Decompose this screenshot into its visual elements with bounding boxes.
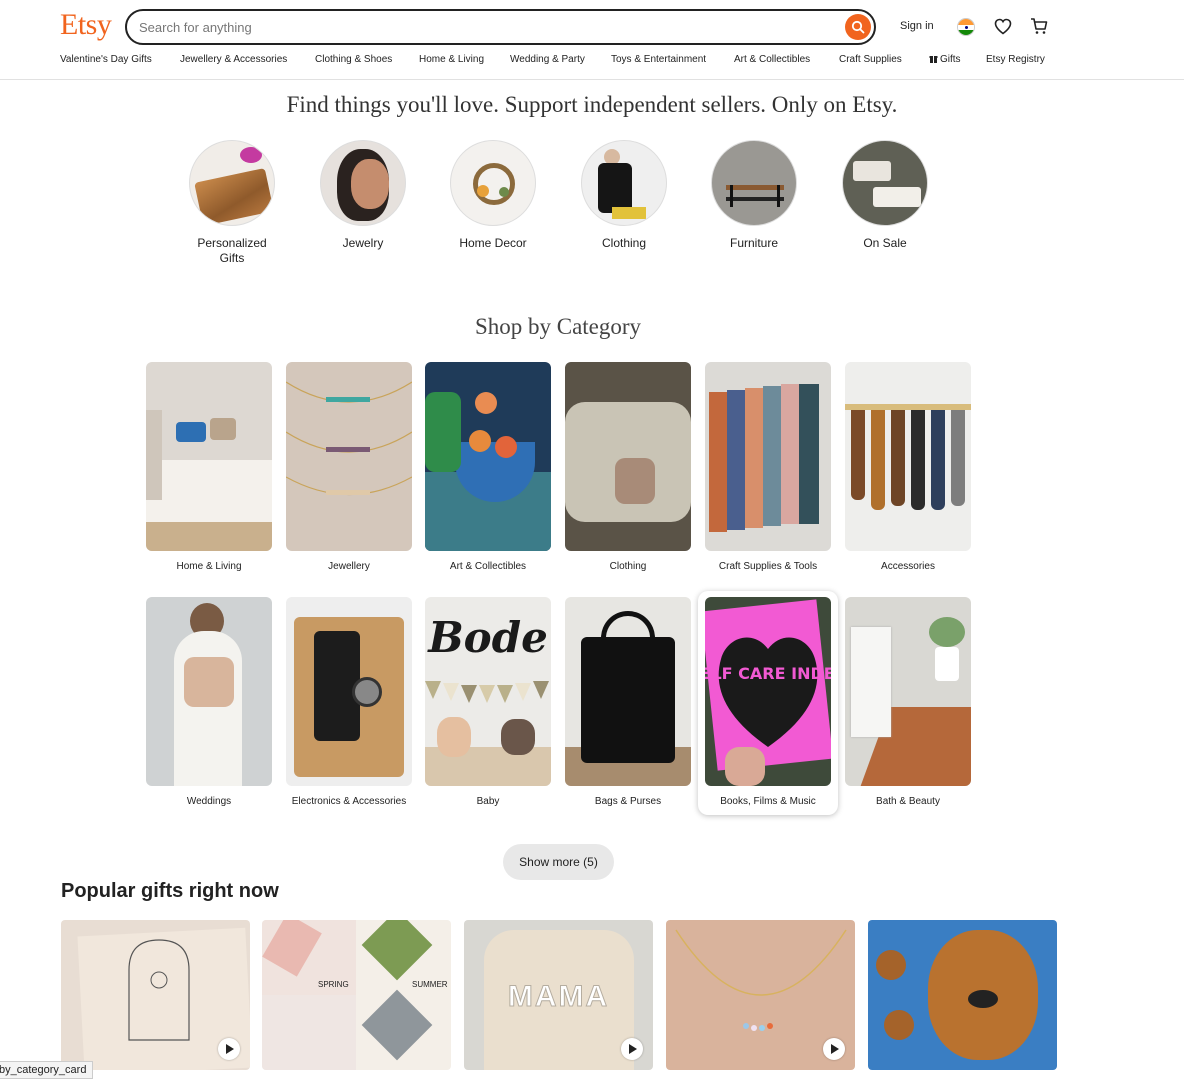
circle-jewelry[interactable]: Jewelry [313, 140, 413, 251]
cart-icon[interactable] [1030, 17, 1048, 35]
site-header: Etsy Sign in Valentine's Day Gifts Jewel… [0, 0, 1184, 80]
bode-sign: Bode [428, 612, 548, 662]
category-label: Books, Films & Music [720, 796, 816, 807]
category-card-electronics[interactable]: Electronics & Accessories [286, 597, 412, 807]
nav-item-jewellery[interactable]: Jewellery & Accessories [180, 54, 287, 65]
gift-card-necklace[interactable] [666, 920, 855, 1070]
selfcare-text: SELF CARE INDEX [705, 664, 831, 683]
gift-card-book-stamp[interactable] [61, 920, 250, 1070]
category-label: Bags & Purses [594, 796, 662, 807]
circle-image [320, 140, 406, 226]
section-title-categories: Shop by Category [474, 314, 642, 339]
category-label: Bath & Beauty [876, 796, 940, 807]
category-image [565, 597, 691, 786]
circle-on-sale[interactable]: On Sale [835, 140, 935, 251]
category-card-accessories[interactable]: Accessories [845, 362, 971, 572]
circle-label: Furniture [729, 236, 779, 250]
category-image [286, 362, 412, 551]
category-image [845, 597, 971, 786]
selfcare-heart: SELF CARE INDEX [705, 637, 831, 747]
circle-label: On Sale [863, 236, 907, 250]
category-image: Bode [425, 597, 551, 786]
category-image [146, 597, 272, 786]
nav-item-clothing[interactable]: Clothing & Shoes [315, 54, 392, 65]
bunting-graphic [425, 681, 549, 703]
hero-tagline: Find things you'll love. Support indepen… [286, 92, 898, 117]
circle-home-decor[interactable]: Home Decor [443, 140, 543, 251]
circle-image [711, 140, 797, 226]
section-title-popular-gifts: Popular gifts right now [61, 880, 279, 902]
circle-image [189, 140, 275, 226]
search-button[interactable] [845, 14, 871, 40]
category-label: Jewellery [328, 561, 370, 572]
category-card-craft-supplies[interactable]: Craft Supplies & Tools [705, 362, 831, 572]
category-label: Home & Living [176, 561, 242, 572]
nav-item-toys[interactable]: Toys & Entertainment [611, 54, 706, 65]
category-label: Art & Collectibles [449, 561, 527, 572]
nav-item-home[interactable]: Home & Living [419, 54, 484, 65]
gift-card-dog-socks[interactable] [868, 920, 1057, 1070]
mama-text: MAMA [507, 980, 610, 1014]
gift-icon [929, 56, 938, 63]
category-image [705, 362, 831, 551]
category-label: Baby [476, 796, 500, 807]
category-image [146, 362, 272, 551]
nav-item-gifts-label: Gifts [940, 54, 961, 65]
circle-image [842, 140, 928, 226]
nav-item-gifts[interactable]: Gifts [929, 54, 961, 65]
nav-item-valentines[interactable]: Valentine's Day Gifts [60, 54, 152, 65]
category-image [286, 597, 412, 786]
category-image: SELF CARE INDEX [705, 597, 831, 786]
circle-clothing[interactable]: Clothing [574, 140, 674, 251]
category-label: Clothing [609, 561, 647, 572]
video-play-icon[interactable] [621, 1038, 643, 1060]
heart-icon[interactable] [994, 18, 1012, 35]
circle-label: Personalized Gifts [197, 236, 267, 265]
flag-icon[interactable] [957, 18, 975, 36]
category-image [565, 362, 691, 551]
status-tooltip: by_category_card [0, 1061, 94, 1079]
category-label: Weddings [186, 796, 232, 807]
necklace-graphic [286, 381, 412, 496]
nav-item-registry[interactable]: Etsy Registry [986, 54, 1045, 65]
video-play-icon[interactable] [823, 1038, 845, 1060]
etsy-logo[interactable]: Etsy [60, 8, 112, 42]
circle-label: Jewelry [342, 236, 384, 250]
circle-personalized-gifts[interactable]: Personalized Gifts [182, 140, 282, 266]
search-icon [851, 20, 865, 34]
circle-image [581, 140, 667, 226]
category-image [845, 362, 971, 551]
category-card-baby[interactable]: Bode Baby [425, 597, 551, 807]
category-card-jewellery[interactable]: Jewellery [286, 362, 412, 572]
category-card-art-collectibles[interactable]: Art & Collectibles [425, 362, 551, 572]
summer-label: SUMMER [412, 980, 448, 989]
circle-label: Clothing [601, 236, 647, 250]
sign-in-link[interactable]: Sign in [900, 20, 934, 32]
category-image [425, 362, 551, 551]
gift-card-bookmarks[interactable]: SPRING SUMMER [262, 920, 451, 1070]
search-bar[interactable] [125, 9, 876, 45]
gift-card-mama-sweatshirt[interactable]: MAMA [464, 920, 653, 1070]
category-card-books-films-music[interactable]: SELF CARE INDEX Books, Films & Music [705, 597, 831, 807]
category-label: Electronics & Accessories [291, 796, 407, 807]
nav-item-craft[interactable]: Craft Supplies [839, 54, 902, 65]
nav-item-art[interactable]: Art & Collectibles [734, 54, 810, 65]
nav-item-wedding[interactable]: Wedding & Party [510, 54, 585, 65]
category-card-home-living[interactable]: Home & Living [146, 362, 272, 572]
show-more-button[interactable]: Show more (5) [503, 844, 614, 880]
category-card-bags-purses[interactable]: Bags & Purses [565, 597, 691, 807]
circle-image [450, 140, 536, 226]
category-label: Craft Supplies & Tools [718, 561, 818, 572]
search-input[interactable] [139, 18, 829, 36]
circle-label: Home Decor [459, 236, 527, 250]
category-card-clothing[interactable]: Clothing [565, 362, 691, 572]
circle-furniture[interactable]: Furniture [704, 140, 804, 251]
category-card-weddings[interactable]: Weddings [146, 597, 272, 807]
category-card-bath-beauty[interactable]: Bath & Beauty [845, 597, 971, 807]
video-play-icon[interactable] [218, 1038, 240, 1060]
spring-label: SPRING [318, 980, 349, 989]
category-label: Accessories [881, 561, 935, 572]
